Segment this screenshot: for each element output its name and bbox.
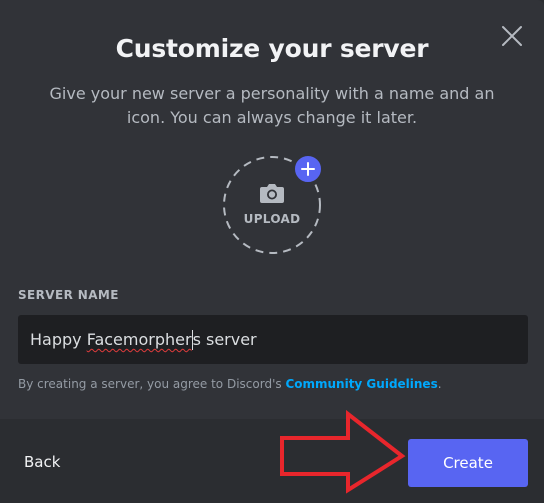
server-name-label: SERVER NAME: [18, 288, 119, 302]
upload-label: UPLOAD: [243, 212, 301, 226]
server-name-value-suffix: s server: [192, 330, 257, 349]
annotation-arrow-icon: [280, 410, 406, 494]
server-name-value-prefix: Happy: [30, 330, 87, 349]
customize-server-dialog: Customize your server Give your new serv…: [0, 0, 544, 503]
terms-notice: By creating a server, you agree to Disco…: [18, 377, 538, 391]
dialog-title: Customize your server: [115, 34, 429, 63]
plus-icon: [301, 162, 315, 176]
camera-icon: [260, 184, 284, 203]
create-button[interactable]: Create: [408, 439, 528, 487]
add-badge: [293, 154, 323, 184]
community-guidelines-link[interactable]: Community Guidelines: [285, 377, 437, 391]
server-name-misspelled-word: Facemorpher: [86, 330, 192, 349]
terms-text: By creating a server, you agree to Disco…: [18, 377, 286, 391]
upload-icon-button[interactable]: UPLOAD: [222, 154, 323, 255]
dialog-subtitle: Give your new server a personality with …: [49, 84, 495, 127]
back-button[interactable]: Back: [24, 453, 60, 471]
server-name-input[interactable]: Happy Facemorpher s server: [18, 315, 528, 364]
terms-suffix: .: [437, 377, 442, 391]
